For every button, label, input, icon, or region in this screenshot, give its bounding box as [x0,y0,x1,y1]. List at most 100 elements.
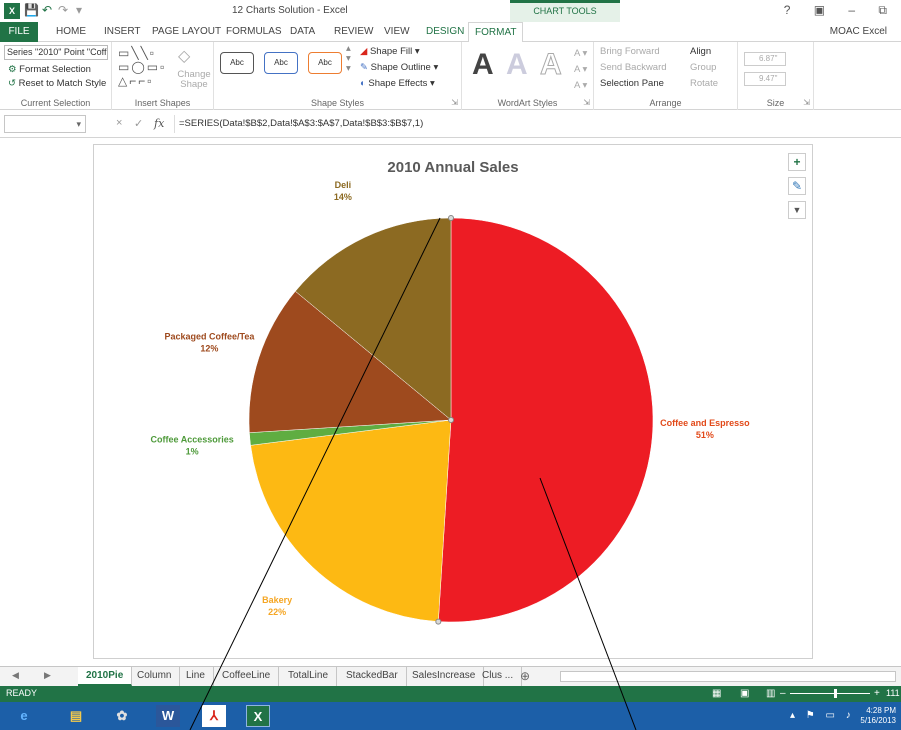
shape-effects-button[interactable]: ◐ Shape Effects ▾ [360,78,435,89]
chart-title[interactable]: 2010 Annual Sales [94,159,812,176]
tab-insert[interactable]: INSERT [104,26,141,37]
shape-styles-launcher-icon[interactable]: ⇲ [451,98,458,107]
shapes-gallery[interactable]: ▭╲╲▫ ▭◯▭▫ △⌐⌐▫ [118,46,166,88]
new-sheet-icon[interactable]: ⊕ [520,669,530,683]
redo-icon[interactable]: ↷ [58,3,68,17]
sheet-tab-more[interactable]: Clus ... [474,667,523,686]
zoom-out-icon[interactable]: – [780,688,786,699]
selection-handle[interactable] [448,215,454,221]
shape-height-field[interactable]: 6.87" [744,52,786,66]
chart-filters-button[interactable]: ▼ [788,201,806,219]
shape-style-dark[interactable]: Abc [220,52,254,74]
file-explorer-icon[interactable]: ▤ [64,705,88,727]
sheet-tab-2010pie[interactable]: 2010Pie [78,667,133,686]
shape-style-blue[interactable]: Abc [264,52,298,74]
shape-styles-gallery-scroll[interactable]: ▴ ▾ ▾ [346,44,351,74]
excel-icon[interactable]: X [246,705,270,727]
customize-qat-icon[interactable]: ▾ [76,3,82,17]
group-button[interactable]: Group [690,62,716,73]
tab-view[interactable]: VIEW [384,26,410,37]
data-label-name-coffee-and-espresso[interactable]: Coffee and Espresso [660,418,750,428]
pie-slice-bakery[interactable] [250,419,452,622]
data-label-name-deli[interactable]: Deli [335,180,352,190]
tab-formulas[interactable]: FORMULAS [226,26,282,37]
chart-elements-button[interactable]: + [788,153,806,171]
tab-page-layout[interactable]: PAGE LAYOUT [152,26,221,37]
word-icon[interactable]: W [156,705,180,727]
data-label-value-deli[interactable]: 14% [334,192,352,202]
normal-view-icon[interactable]: ▦ [712,688,721,699]
chart-element-selector[interactable]: Series "2010" Point "Coff [4,45,108,60]
reset-to-match-style-button[interactable]: ↺ Reset to Match Style [8,78,106,89]
tab-review[interactable]: REVIEW [334,26,373,37]
shape-outline-button[interactable]: ✎ Shape Outline ▾ [360,62,438,73]
zoom-slider[interactable] [790,693,870,694]
data-label-value-coffee-accessories[interactable]: 1% [186,446,199,456]
sheet-tab-totalline[interactable]: TotalLine [280,667,338,686]
sheet-tab-salesincrease[interactable]: SalesIncrease [404,667,485,686]
insert-function-icon[interactable]: fx [154,117,164,130]
chart-area[interactable]: Coffee and Espresso 51% Bakery 22% Coffee Ac… [93,144,813,659]
group-label-current-selection: Current Selection [20,98,91,108]
zoom-level[interactable]: 111 [886,688,900,698]
sheet-tab-stackedbar[interactable]: StackedBar [338,667,407,686]
align-button[interactable]: Align [690,46,711,57]
shape-width-field[interactable]: 9.47" [744,72,786,86]
sheet-tab-line[interactable]: Line [178,667,214,686]
selection-handle[interactable] [448,417,454,423]
change-shape-button[interactable]: Change Shape [176,70,212,90]
shape-fill-button[interactable]: ◢ Shape Fill ▾ [360,46,420,57]
chart-styles-button[interactable]: ✎ [788,177,806,195]
excel-app-icon[interactable]: X [4,3,20,19]
selection-handle[interactable] [435,618,442,625]
tab-home[interactable]: HOME [56,26,86,37]
tab-data[interactable]: DATA [290,26,315,37]
group-arrange: Bring Forward Send Backward Selection Pa… [594,42,738,110]
zoom-slider-thumb[interactable] [834,689,837,698]
wordart-style-outline[interactable]: A [540,48,563,82]
enter-icon[interactable]: ✓ [134,117,143,130]
sheet-tab-coffeeline[interactable]: CoffeeLine [214,667,280,686]
internet-explorer-icon[interactable]: e [12,705,36,727]
wordart-launcher-icon[interactable]: ⇲ [583,98,590,107]
horizontal-scrollbar[interactable] [560,671,896,682]
format-selection-button[interactable]: ⚙ Format Selection [8,64,91,75]
data-label-name-coffee-accessories[interactable]: Coffee Accessories [151,434,234,444]
window-controls[interactable]: ? ▣ – ⧉ [784,3,897,18]
save-icon[interactable]: 💾 [24,3,39,17]
rotate-button[interactable]: Rotate [690,78,718,89]
prev-sheet-icon[interactable]: ◀ [12,670,19,681]
paint-icon[interactable]: ✿ [110,705,134,727]
send-backward-button[interactable]: Send Backward [600,62,667,73]
pie-slice-coffee-and-espresso[interactable] [438,217,654,623]
page-break-view-icon[interactable]: ▥ [766,688,775,699]
tab-design[interactable]: DESIGN [426,26,464,37]
bring-forward-button[interactable]: Bring Forward [600,46,660,57]
data-label-value-packaged-coffee-tea[interactable]: 12% [200,344,218,354]
data-label-name-packaged-coffee-tea[interactable]: Packaged Coffee/Tea [164,332,255,342]
tab-file[interactable]: FILE [0,22,38,42]
taskbar-clock[interactable]: 4:28 PM 5/16/2013 [850,706,896,726]
system-tray-icons[interactable]: ▴ ⚑ ▭ ♪ [790,710,855,721]
wordart-style-plain[interactable]: A [472,48,494,82]
change-shape-icon[interactable]: ◇ [178,46,190,66]
wordart-style-light[interactable]: A [506,48,528,82]
zoom-in-icon[interactable]: + [874,688,880,699]
name-box[interactable]: ▾ [4,115,86,133]
tab-format[interactable]: FORMAT [468,22,524,43]
next-sheet-icon[interactable]: ▶ [44,670,51,681]
selection-pane-button[interactable]: Selection Pane [600,78,664,89]
size-launcher-icon[interactable]: ⇲ [803,98,810,107]
page-layout-view-icon[interactable]: ▣ [740,688,749,699]
undo-icon[interactable]: ↶ [42,3,52,17]
data-label-value-coffee-and-espresso[interactable]: 51% [696,430,714,440]
sheet-tab-column[interactable]: Column [129,667,181,686]
cancel-icon[interactable]: × [116,117,122,129]
data-label-value-bakery[interactable]: 22% [268,607,286,617]
data-label-name-bakery[interactable]: Bakery [262,595,292,605]
shape-style-orange[interactable]: Abc [308,52,342,74]
wordart-text-options[interactable]: A ▾ A ▾ A ▾ [574,46,587,94]
account-name[interactable]: MOAC Excel [830,26,887,37]
acrobat-icon[interactable]: ⅄ [202,705,226,727]
formula-input[interactable]: =SERIES(Data!$B$2,Data!$A$3:$A$7,Data!$B… [174,115,896,133]
